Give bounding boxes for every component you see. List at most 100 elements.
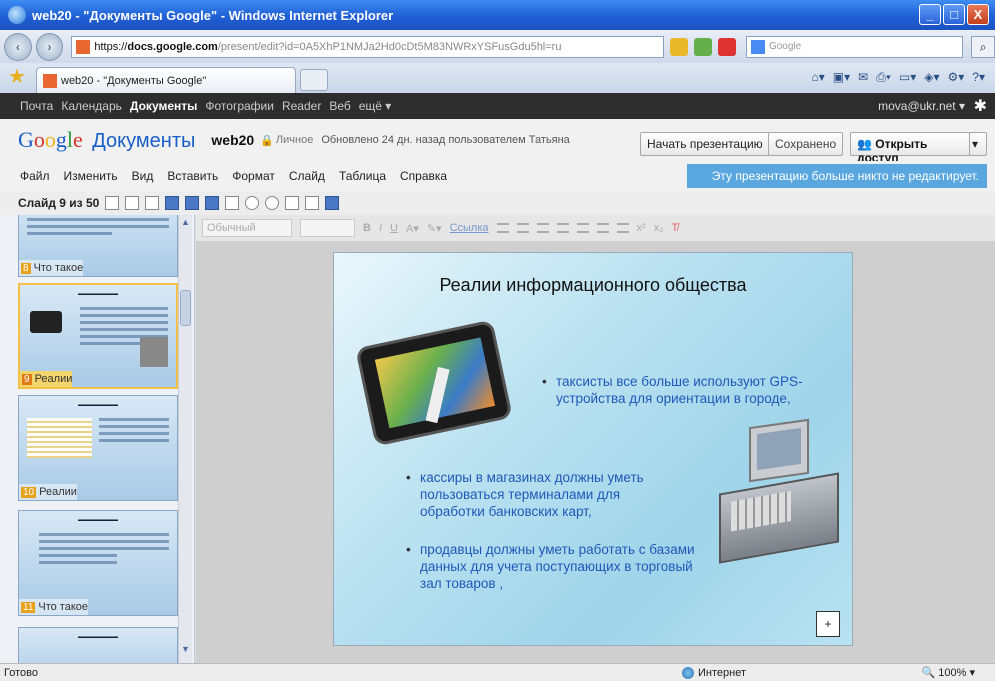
gbar-mail[interactable]: Почта [20, 99, 53, 113]
home-icon[interactable]: ⌂▾ [812, 70, 825, 85]
start-presentation-button[interactable]: Начать презентацию [640, 132, 770, 156]
print-icon[interactable] [225, 196, 240, 210]
menu-insert[interactable]: Вставить [167, 169, 218, 183]
search-button[interactable]: ⌕ [971, 35, 995, 58]
scroll-up-icon[interactable]: ▲ [179, 217, 192, 230]
highlight-icon[interactable]: ✎▾ [427, 222, 442, 235]
speaker-notes-icon[interactable]: + [816, 611, 840, 637]
search-field[interactable]: Google [745, 35, 964, 58]
slide-thumb-8[interactable]: 8 Что такое [18, 215, 178, 277]
url-field[interactable]: https:// docs.google.com /present/edit?i… [71, 35, 664, 58]
slide-thumb-12[interactable]: ▬▬▬▬▬▬▬▬ [18, 627, 178, 663]
minimize-button[interactable]: _ [919, 4, 941, 25]
cash-register-image[interactable] [719, 418, 839, 564]
subscript-icon[interactable]: x₂ [654, 222, 664, 234]
text-color-icon[interactable]: A▾ [406, 222, 419, 235]
new-slide-icon[interactable] [105, 196, 120, 210]
delete-slide-icon[interactable] [145, 196, 160, 210]
gps-device-image[interactable] [355, 319, 513, 447]
stop-icon[interactable] [717, 37, 736, 56]
bold-icon[interactable]: B [363, 222, 371, 234]
print-icon[interactable]: ⎙▾ [876, 70, 891, 85]
link-button[interactable]: Ссылка [450, 222, 489, 234]
share-dropdown-button[interactable]: ▾ [969, 132, 987, 156]
gear-icon[interactable]: ✱ [974, 96, 987, 116]
window-controls: _ □ X [919, 4, 989, 25]
window-title-bar: web20 - "Документы Google" - Windows Int… [0, 0, 995, 30]
slide-bullet[interactable]: продавцы должны уметь работать с базами … [406, 541, 700, 592]
menu-edit[interactable]: Изменить [64, 169, 118, 183]
refresh-icon[interactable] [693, 37, 712, 56]
help-icon[interactable]: ?▾ [972, 70, 985, 85]
google-docs-logo[interactable]: Google Документы [0, 127, 195, 153]
menu-format[interactable]: Формат [232, 169, 275, 183]
increase-indent-icon[interactable] [556, 223, 569, 233]
menu-table[interactable]: Таблица [339, 169, 386, 183]
textbox-icon[interactable] [305, 196, 320, 210]
align-left-icon[interactable] [576, 223, 589, 233]
slide-title[interactable]: Реалии информационного общества [334, 275, 852, 296]
align-right-icon[interactable] [616, 223, 629, 233]
gbar-photos[interactable]: Фотографии [205, 99, 274, 113]
superscript-icon[interactable]: x² [637, 222, 646, 234]
prev-slide-icon[interactable] [165, 196, 180, 210]
mail-icon[interactable]: ✉ [858, 70, 868, 85]
maximize-button[interactable]: □ [943, 4, 965, 25]
slide-thumb-9[interactable]: ▬▬▬▬▬▬▬▬ 9 Реалии [18, 283, 178, 389]
zoom-level[interactable]: 🔍 100% ▾ [922, 666, 975, 679]
decrease-indent-icon[interactable] [536, 223, 549, 233]
menu-file[interactable]: Файл [20, 169, 50, 183]
image-icon[interactable] [325, 196, 340, 210]
security-zone[interactable]: Интернет [682, 666, 746, 679]
align-center-icon[interactable] [596, 223, 609, 233]
duplicate-slide-icon[interactable] [125, 196, 140, 210]
tab-web20[interactable]: web20 - "Документы Google" [36, 67, 296, 93]
filmstrip-scrollbar[interactable]: ▲ ▼ [178, 215, 192, 663]
undo-icon[interactable] [245, 196, 260, 210]
menu-view[interactable]: Вид [132, 169, 154, 183]
forward-button[interactable]: › [35, 32, 64, 61]
gbar-reader[interactable]: Reader [282, 99, 321, 113]
slide-thumb-11[interactable]: ▬▬▬▬▬▬▬▬ 11 Что такое [18, 510, 178, 616]
menu-help[interactable]: Справка [400, 169, 447, 183]
slide-bullet[interactable]: таксисты все больше используют GPS-устро… [542, 373, 816, 407]
next-slide-icon[interactable] [185, 196, 200, 210]
ie-logo-icon [8, 6, 26, 24]
slide-thumb-10[interactable]: ▬▬▬▬▬▬▬▬ 10 Реалии [18, 395, 178, 501]
clear-format-icon[interactable]: T̸ [671, 222, 678, 234]
theme-icon[interactable] [285, 196, 300, 210]
scroll-thumb[interactable] [180, 290, 191, 326]
slide-bullet[interactable]: кассиры в магазинах должны уметь пользов… [406, 469, 680, 520]
close-button[interactable]: X [967, 4, 989, 25]
italic-icon[interactable]: I [379, 222, 382, 234]
underline-icon[interactable]: U [390, 222, 398, 234]
gbar-web[interactable]: Веб [329, 99, 350, 113]
page-icon[interactable]: ▭▾ [899, 70, 916, 85]
status-bar: Готово Интернет 🔍 100% ▾ [0, 663, 995, 681]
lock-icon[interactable] [669, 37, 688, 56]
save-icon[interactable] [205, 196, 220, 210]
font-select[interactable]: Обычный [202, 219, 292, 237]
gbar-docs[interactable]: Документы [130, 99, 197, 113]
redo-icon[interactable] [265, 196, 280, 210]
gbar-calendar[interactable]: Календарь [61, 99, 122, 113]
user-account[interactable]: mova@ukr.net ▾ [878, 99, 965, 113]
share-button[interactable]: 👥 Открыть доступ [850, 132, 970, 165]
document-title[interactable]: web20 [211, 132, 254, 148]
safety-icon[interactable]: ◈▾ [924, 70, 939, 85]
bulleted-list-icon[interactable] [516, 223, 529, 233]
last-updated[interactable]: Обновлено 24 дн. назад пользователем Тат… [321, 134, 569, 146]
back-button[interactable]: ‹ [4, 32, 32, 61]
new-tab-button[interactable] [300, 69, 328, 91]
menu-slide[interactable]: Слайд [289, 169, 325, 183]
numbered-list-icon[interactable] [496, 223, 509, 233]
scroll-down-icon[interactable]: ▼ [179, 644, 192, 657]
feeds-icon[interactable]: ▣▾ [833, 70, 850, 85]
slide-canvas[interactable]: Реалии информационного общества таксисты… [333, 252, 853, 646]
font-size-select[interactable] [300, 219, 355, 237]
gbar-more[interactable]: ещё ▾ [359, 99, 392, 113]
thumb-number: 10 [21, 486, 37, 498]
tools-icon[interactable]: ⚙▾ [948, 70, 965, 85]
favorites-star-icon[interactable]: ★ [8, 66, 32, 90]
saved-button[interactable]: Сохранено [768, 132, 844, 156]
